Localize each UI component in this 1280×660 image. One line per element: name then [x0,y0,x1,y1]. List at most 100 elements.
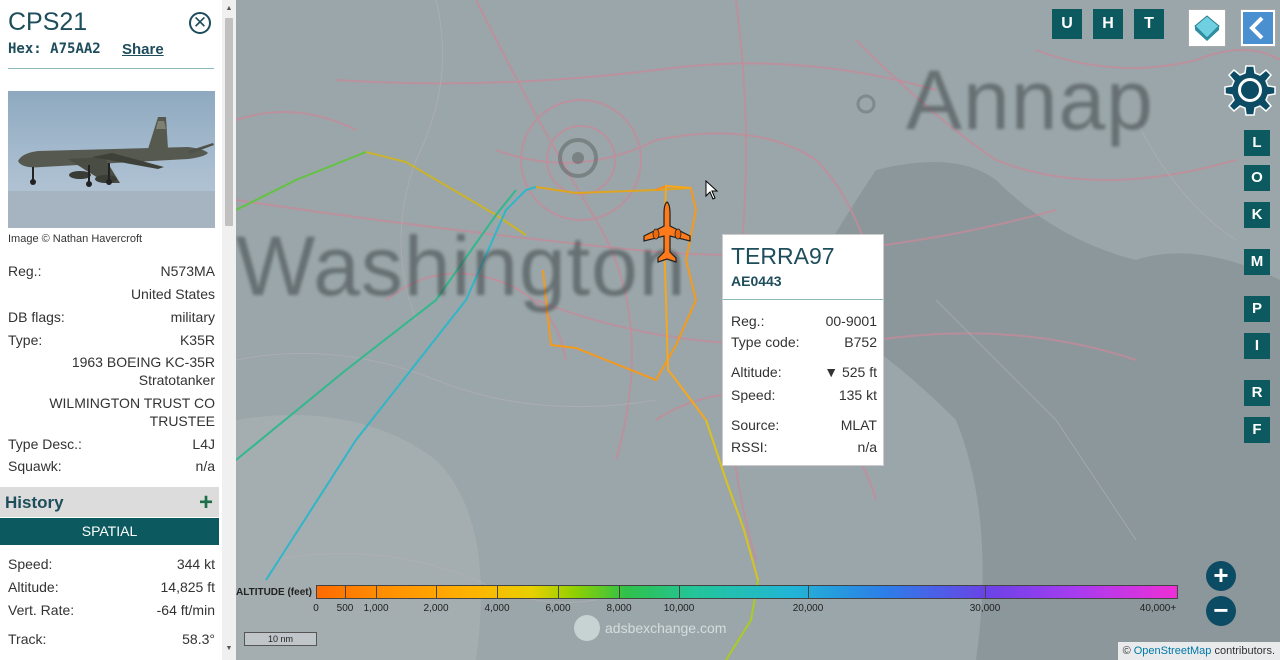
side-button-r[interactable]: R [1244,380,1270,406]
vertrate-value: -64 ft/min [156,602,215,618]
popup-typecode-label: Type code: [731,334,800,350]
attribution-suffix: contributors. [1214,645,1275,657]
zoom-in-button[interactable]: + [1206,561,1236,591]
layers-button[interactable] [1188,9,1226,47]
legend-label: 500 [336,603,354,614]
photo-credit: Image © Nathan Havercroft [8,233,143,245]
track-row: Track: 58.3° [8,631,215,651]
reg-value[interactable]: N573MA [161,263,215,279]
altitude-legend-bar [316,585,1178,599]
popup-speed-label: Speed: [731,387,776,403]
map-scale-bar: 10 nm [244,632,317,646]
side-button-o[interactable]: O [1244,165,1270,191]
side-button-k[interactable]: K [1244,202,1270,228]
aircraft-icon[interactable] [642,200,692,266]
popup-typecode-value: B752 [844,334,877,350]
country-value: United States [130,286,215,302]
legend-label: 1,000 [363,603,389,614]
aircraft-info-sidebar: CPS21 ✕ Hex: A75AA2 Share Image © Nathan… [0,0,222,660]
scroll-down-icon[interactable]: ▼ [224,644,234,654]
dbflags-row: DB flags: military [8,309,215,329]
toolbar-button-t[interactable]: T [1134,9,1164,39]
side-button-f[interactable]: F [1244,417,1270,443]
legend-label: 8,000 [606,603,632,614]
altitude-row: Altitude: 14,825 ft [8,579,215,599]
legend-tick [497,585,498,599]
share-link[interactable]: Share [122,41,164,58]
track-value: 58.3° [182,631,215,647]
legend-label: 4,000 [484,603,510,614]
map-attribution: © OpenStreetMap contributors. [1117,642,1280,660]
side-button-l[interactable]: L [1244,130,1270,156]
popup-source-label: Source: [731,417,780,433]
popup-typecode-row: Type code: B752 [731,334,877,352]
hex-line: Hex: A75AA2 [8,41,101,57]
hex-label: Hex: [8,41,42,57]
side-button-p[interactable]: P [1244,296,1270,322]
back-arrow-icon [1243,12,1273,44]
spatial-section-header[interactable]: SPATIAL [0,518,219,545]
back-button[interactable] [1240,9,1276,47]
type-full-name: 1963 BOEING KC-35R Stratotanker [15,353,215,389]
history-label: History [5,493,64,512]
popup-reg-label: Reg.: [731,313,765,329]
popup-altitude-label: Altitude: [731,364,782,380]
watermark-logo-icon [574,615,600,641]
country-row: United States [8,286,215,306]
map-label-washington: Washington [236,219,687,313]
legend-tick [436,585,437,599]
vertrate-row: Vert. Rate: -64 ft/min [8,602,215,622]
owner-name: WILMINGTON TRUST CO TRUSTEE [15,394,215,430]
popup-reg-value: 00-9001 [825,313,877,329]
legend-label: 2,000 [423,603,449,614]
legend-tick [345,585,346,599]
toolbar-button-h[interactable]: H [1093,9,1123,39]
legend-tick [679,585,680,599]
owner-line1: WILMINGTON TRUST CO [49,395,215,411]
watermark-text: adsbexchange.com [605,620,727,636]
legend-label: 6,000 [545,603,571,614]
popup-callsign: TERRA97 [731,243,835,269]
legend-label: 0 [313,603,319,614]
type-full-line1: 1963 BOEING KC-35R [71,354,215,370]
squawk-label: Squawk: [8,458,62,474]
hex-value: A75AA2 [50,41,101,57]
popup-reg-row: Reg.: 00-9001 [731,313,877,331]
popup-rssi-row: RSSI: n/a [731,439,877,457]
squawk-row: Squawk: n/a [8,458,215,478]
openstreetmap-link[interactable]: OpenStreetMap [1134,645,1212,657]
legend-label: 10,000 [663,603,695,614]
popup-speed-row: Speed: 135 kt [731,387,877,405]
history-section-header[interactable]: History + [0,487,219,517]
gear-icon[interactable] [1224,64,1276,116]
plus-icon[interactable]: + [199,489,213,517]
toolbar-button-u[interactable]: U [1052,9,1082,39]
popup-hex: AE0443 [731,273,782,289]
typedesc-label: Type Desc.: [8,436,82,452]
selected-callsign: CPS21 [8,8,88,36]
close-icon[interactable]: ✕ [189,12,211,34]
legend-tick [619,585,620,599]
altitude-label: Altitude: [8,579,59,595]
altitude-value: 14,825 ft [160,579,216,595]
aircraft-hover-popup: TERRA97 AE0443 Reg.: 00-9001 Type code: B7… [722,234,884,466]
typedesc-value: L4J [192,436,215,452]
squawk-value: n/a [195,458,215,474]
type-full-line2: Stratotanker [138,372,215,388]
popup-divider [723,299,883,300]
speed-row: Speed: 344 kt [8,556,215,576]
reg-row: Reg.: N573MA [8,263,215,283]
popup-altitude-row: Altitude: ▼ 525 ft [731,364,877,382]
speed-value: 344 kt [176,556,215,572]
altitude-legend-title: ALTITUDE (feet) [236,587,312,598]
side-button-m[interactable]: M [1244,249,1270,275]
side-button-i[interactable]: I [1244,333,1270,359]
sidebar-scrollbar[interactable]: ▲ ▼ [222,0,237,660]
type-label: Type: [8,332,43,348]
scroll-up-icon[interactable]: ▲ [224,4,234,14]
aircraft-photo[interactable] [8,91,215,228]
scroll-thumb[interactable] [225,18,233,226]
popup-rssi-value: n/a [857,439,877,455]
legend-tick [985,585,986,599]
zoom-out-button[interactable]: − [1206,596,1236,626]
